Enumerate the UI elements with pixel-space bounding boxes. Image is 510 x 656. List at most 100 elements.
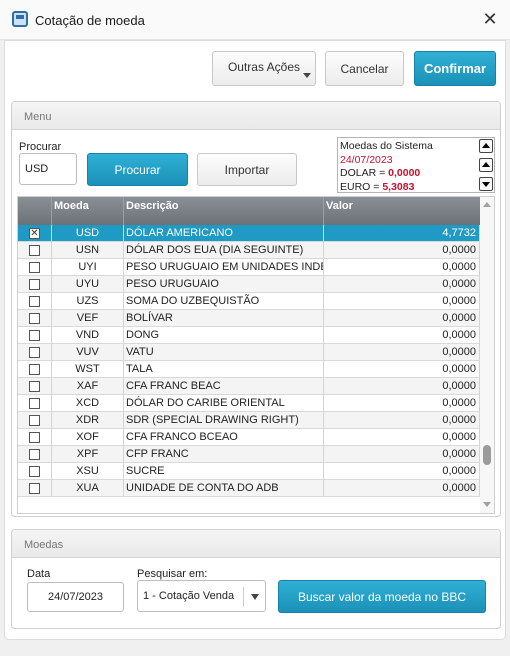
system-currencies-box: Moedas do Sistema 24/07/2023 DOLAR = 0,0… [337,137,495,193]
procurar-label: Procurar [19,141,62,153]
column-header-moeda[interactable]: Moeda [52,197,124,225]
pesquisar-label: Pesquisar em: [137,568,208,580]
currency-value-cell: 0,0000 [324,276,480,292]
row-check-cell [18,378,52,394]
currency-value-cell: 4,7732 [324,225,480,241]
row-checkbox[interactable] [29,483,40,494]
scroll-up-icon[interactable] [483,202,491,207]
window-title: Cotação de moeda [35,13,145,28]
row-checkbox[interactable] [29,381,40,392]
grid-scrollbar[interactable] [480,197,494,513]
row-check-cell [18,344,52,360]
table-row[interactable]: UYU PESO URUGUAIO 0,0000 [18,276,480,293]
currency-value-cell: 0,0000 [324,446,480,462]
row-checkbox[interactable] [29,415,40,426]
currency-grid: Moeda Descrição Valor ✕ USD DÓLAR AMERICAN… [17,196,495,514]
table-row[interactable]: VEF BOLÍVAR 0,0000 [18,310,480,327]
currency-description-cell: UNIDADE DE CONTA DO ADB [124,480,324,496]
scroll-up-icon[interactable] [479,158,493,172]
column-header-valor[interactable]: Valor [324,197,480,225]
table-row[interactable]: XSU SUCRE 0,0000 [18,463,480,480]
table-row[interactable]: ✕ USD DÓLAR AMERICANO 4,7732 [18,225,480,242]
euro-line: EURO = 5,3083 [340,181,494,193]
row-checkbox[interactable] [29,296,40,307]
table-row[interactable]: XPF CFP FRANC 0,0000 [18,446,480,463]
pesquisar-select-value: 1 - Cotação Venda [143,590,235,602]
currency-value-cell: 0,0000 [324,395,480,411]
row-checkbox[interactable]: ✕ [29,228,40,239]
importar-button[interactable]: Importar [197,153,297,186]
currency-code-cell: XCD [52,395,124,411]
column-header-descricao[interactable]: Descrição [124,197,324,225]
row-check-cell [18,327,52,343]
currency-code-cell: XAF [52,378,124,394]
table-row[interactable]: XAF CFA FRANC BEAC 0,0000 [18,378,480,395]
caret-down-icon [303,73,311,78]
outras-acoes-label: Outras Ações [227,60,301,74]
currency-code-input[interactable]: USD [19,153,77,185]
currency-description-cell: CFA FRANCO BCEAO [124,429,324,445]
currency-code-cell: UYI [52,259,124,275]
table-row[interactable]: USN DÓLAR DOS EUA (DIA SEGUINTE) 0,0000 [18,242,480,259]
close-icon[interactable]: ✕ [478,8,502,32]
currency-description-cell: PESO URUGUAIO EM UNIDADES INDEXADAS [124,259,324,275]
row-check-cell: ✕ [18,225,52,241]
row-check-cell [18,412,52,428]
row-checkbox[interactable] [29,466,40,477]
table-row[interactable]: UYIPESO URUGUAIO EM UNIDADES INDEXADAS0,… [18,259,480,276]
table-row[interactable]: XOF CFA FRANCO BCEAO 0,0000 [18,429,480,446]
table-row[interactable]: WST TALA 0,0000 [18,361,480,378]
pesquisar-select[interactable]: 1 - Cotação Venda [137,580,266,612]
buscar-bbc-button[interactable]: Buscar valor da moeda no BBC [278,580,486,613]
row-checkbox[interactable] [29,449,40,460]
currency-value-cell: 0,0000 [324,429,480,445]
row-checkbox[interactable] [29,245,40,256]
currency-value-cell: 0,0000 [324,259,480,275]
table-row[interactable]: XUA UNIDADE DE CONTA DO ADB 0,0000 [18,480,480,497]
table-row[interactable]: VND DONG 0,0000 [18,327,480,344]
row-checkbox[interactable] [29,432,40,443]
row-checkbox[interactable] [29,364,40,375]
date-input[interactable]: 24/07/2023 [27,582,124,612]
chevron-down-icon [251,594,259,600]
scroll-thumb[interactable] [483,445,491,465]
data-label: Data [27,568,51,580]
procurar-button[interactable]: Procurar [87,153,188,186]
row-check-cell [18,463,52,479]
row-checkbox[interactable] [29,313,40,324]
row-checkbox[interactable] [29,398,40,409]
system-box-scrollbar[interactable] [478,138,494,192]
system-currencies-title: Moedas do Sistema [340,140,433,152]
currency-description-cell: SOMA DO UZBEQUISTÃO [124,293,324,309]
dolar-value: 0,0000 [388,167,421,179]
currency-value-cell: 0,0000 [324,344,480,360]
scroll-up-icon[interactable] [479,139,493,153]
row-checkbox[interactable] [29,330,40,341]
row-checkbox[interactable] [29,262,40,273]
grid-header-check [18,197,52,225]
currency-code-cell: USN [52,242,124,258]
row-check-cell [18,276,52,292]
row-check-cell [18,361,52,377]
table-row[interactable]: UZS SOMA DO UZBEQUISTÃO 0,0000 [18,293,480,310]
row-check-cell [18,395,52,411]
table-row[interactable]: XCD DÓLAR DO CARIBE ORIENTAL 0,0000 [18,395,480,412]
currency-code-cell: VEF [52,310,124,326]
table-row[interactable]: VUV VATU 0,0000 [18,344,480,361]
row-checkbox[interactable] [29,347,40,358]
row-checkbox[interactable] [29,279,40,290]
currency-value-cell: 0,0000 [324,310,480,326]
confirm-button[interactable]: Confirmar [414,51,496,86]
row-check-cell [18,259,52,275]
row-check-cell [18,429,52,445]
currency-value-cell: 0,0000 [324,378,480,394]
table-row[interactable]: XDR SDR (SPECIAL DRAWING RIGHT) 0,0000 [18,412,480,429]
currency-description-cell: CFP FRANC [124,446,324,462]
cancel-button[interactable]: Cancelar [325,51,404,86]
scroll-down-icon[interactable] [483,502,491,507]
scroll-down-icon[interactable] [479,177,493,191]
currency-description-cell: DÓLAR DO CARIBE ORIENTAL [124,395,324,411]
outras-acoes-button[interactable]: Outras Ações [212,51,316,86]
currency-code-cell: XDR [52,412,124,428]
currency-description-cell: CFA FRANC BEAC [124,378,324,394]
